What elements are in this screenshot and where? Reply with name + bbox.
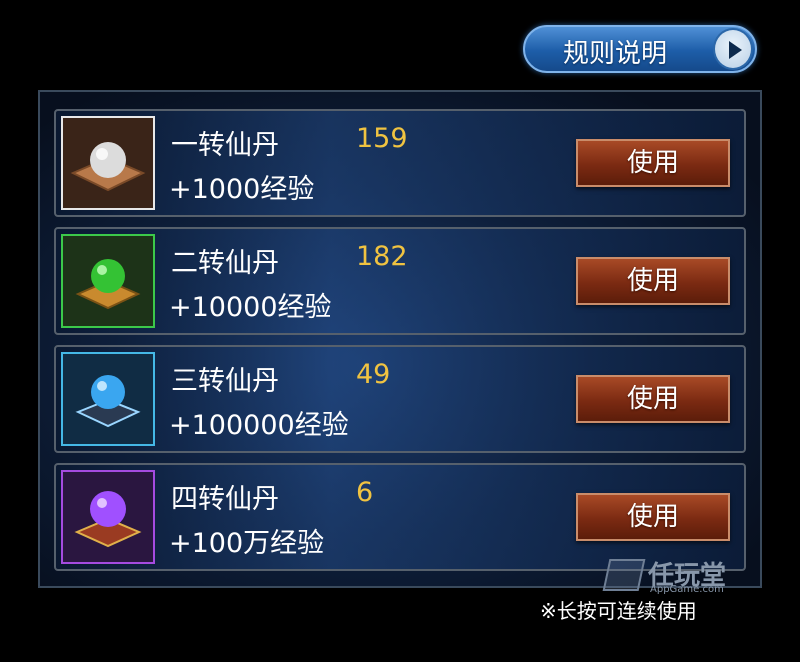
pill-count: 49 xyxy=(356,359,391,390)
rules-button[interactable]: 规则说明 xyxy=(523,25,757,73)
pill-row-2: 二转仙丹 182 +10000经验 使用 xyxy=(54,227,746,335)
rules-button-label: 规则说明 xyxy=(563,39,668,69)
pill-row-3: 三转仙丹 49 +100000经验 使用 xyxy=(54,345,746,453)
pill-list-panel: 一转仙丹 159 +1000经验 使用 二转仙丹 182 +10000经验 使用… xyxy=(38,90,762,588)
pill-count: 182 xyxy=(356,241,408,272)
pill-exp: +100000经验 xyxy=(169,410,349,441)
purple-pill-icon xyxy=(74,491,142,548)
pill-name: 三转仙丹 xyxy=(171,366,279,397)
white-pill-icon xyxy=(70,142,146,192)
pill-row-4: 四转仙丹 6 +100万经验 使用 xyxy=(54,463,746,571)
hold-hint-text: ※长按可连续使用 xyxy=(540,599,697,623)
pill-icon-frame-1 xyxy=(61,116,155,210)
use-button[interactable]: 使用 xyxy=(576,139,730,187)
blue-pill-icon xyxy=(75,375,141,428)
pill-exp: +1000经验 xyxy=(169,174,315,205)
pill-name: 二转仙丹 xyxy=(171,248,279,279)
pill-exp: +100万经验 xyxy=(169,528,325,559)
green-pill-icon xyxy=(75,259,141,310)
pill-name: 一转仙丹 xyxy=(171,130,279,161)
pill-row-1: 一转仙丹 159 +1000经验 使用 xyxy=(54,109,746,217)
pill-icon-frame-4 xyxy=(61,470,155,564)
watermark-logo-icon xyxy=(602,559,646,591)
watermark-subtitle: AppGame.com xyxy=(650,584,724,595)
pill-count: 6 xyxy=(356,477,374,508)
pill-count: 159 xyxy=(356,123,408,154)
pill-name: 四转仙丹 xyxy=(171,484,279,515)
pill-icon-frame-2 xyxy=(61,234,155,328)
watermark: 任玩堂 AppGame.com xyxy=(602,557,756,597)
use-button[interactable]: 使用 xyxy=(576,257,730,305)
pill-icon-frame-3 xyxy=(61,352,155,446)
use-button[interactable]: 使用 xyxy=(576,493,730,541)
play-arrow-icon xyxy=(713,28,753,70)
pill-exp: +10000经验 xyxy=(169,292,332,323)
use-button[interactable]: 使用 xyxy=(576,375,730,423)
